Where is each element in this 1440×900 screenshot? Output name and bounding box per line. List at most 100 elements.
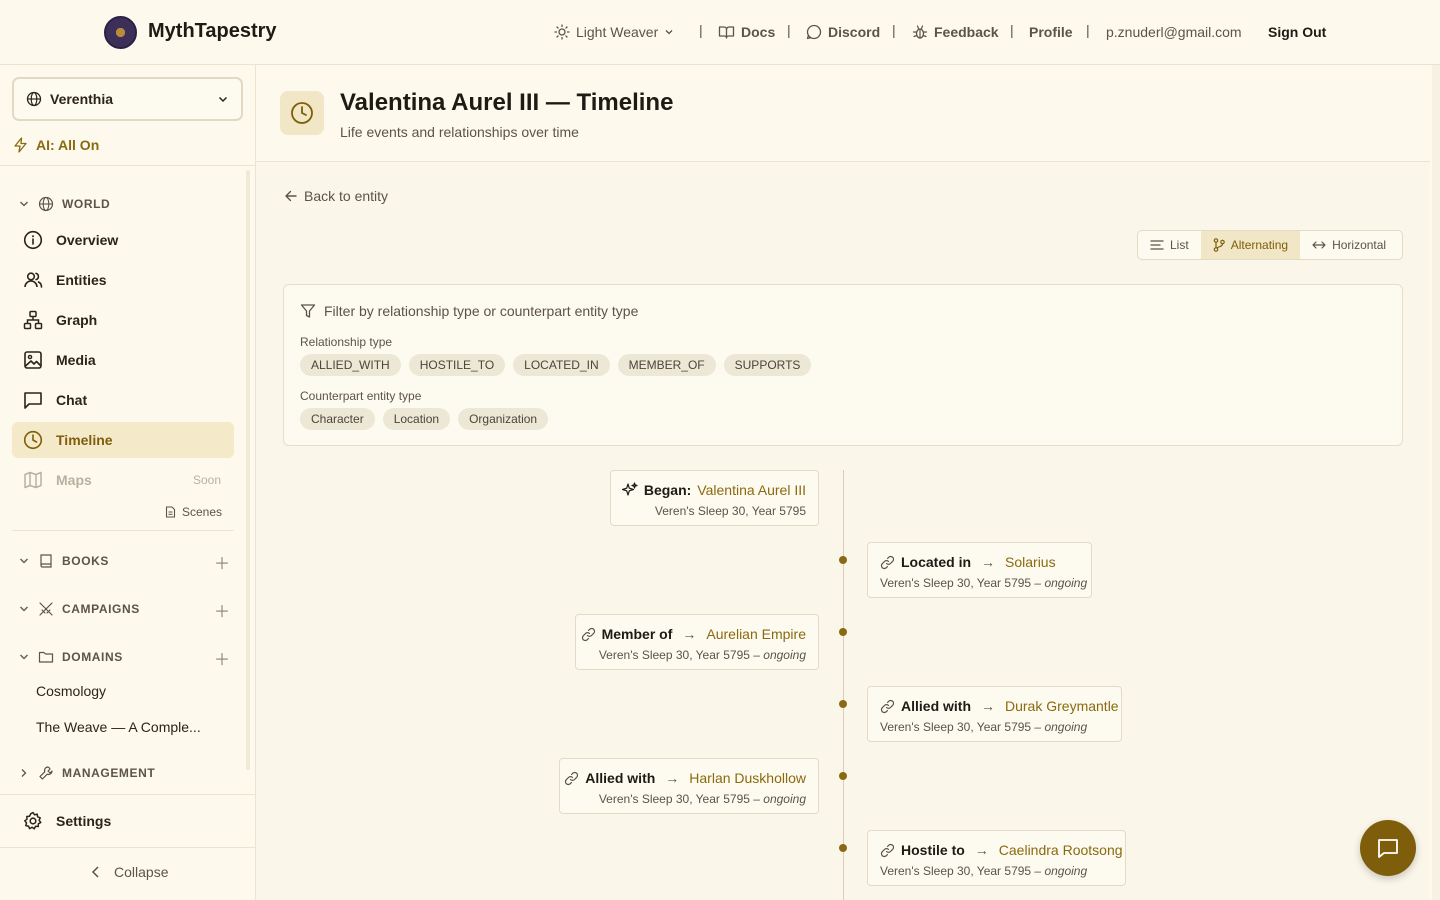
add-campaign-button[interactable]: ＋ — [214, 598, 230, 622]
gear-icon — [24, 811, 42, 830]
domain-item[interactable]: The Weave — A Comple... — [36, 719, 201, 735]
ai-toggle[interactable]: AI: All On — [13, 137, 99, 153]
wrench-icon — [39, 766, 53, 780]
event-arrow: → — [665, 770, 680, 786]
page-scrollbar[interactable] — [1432, 65, 1440, 900]
domain-item[interactable]: Cosmology — [36, 683, 106, 699]
chip-allied-with[interactable]: ALLIED_WITH — [300, 354, 401, 376]
sidebar-item-label: Overview — [56, 232, 119, 248]
timeline-event[interactable]: Allied with → Harlan Duskhollow Veren's … — [559, 758, 819, 814]
event-date-text: Veren's Sleep 30, Year 5795 – — [880, 864, 1042, 878]
chip-character[interactable]: Character — [300, 408, 375, 430]
world-selector[interactable]: Verenthia — [12, 77, 243, 121]
event-title: Began: Valentina Aurel III — [621, 482, 806, 498]
collapse-button[interactable]: Collapse — [90, 864, 168, 880]
view-alternating-button[interactable]: Alternating — [1200, 231, 1301, 259]
back-label: Back to entity — [304, 188, 389, 204]
view-list-button[interactable]: List — [1138, 231, 1201, 259]
event-target-link[interactable]: Valentina Aurel III — [697, 482, 806, 498]
timeline-dot — [839, 772, 847, 780]
sign-out-button[interactable]: Sign Out — [1268, 22, 1326, 42]
back-to-entity-link[interactable]: Back to entity — [284, 188, 388, 204]
filter-title: Filter by relationship type or counterpa… — [300, 303, 638, 319]
timeline-event[interactable]: Allied with → Durak Greymantle Veren's S… — [867, 686, 1122, 742]
view-list-label: List — [1170, 238, 1189, 252]
event-target-link[interactable]: Harlan Duskhollow — [689, 770, 806, 786]
sidebar-item-chat[interactable]: Chat — [12, 382, 234, 418]
view-alternating-label: Alternating — [1230, 238, 1289, 252]
sidebar-item-label: Graph — [56, 312, 98, 328]
theme-selector[interactable]: Light Weaver — [554, 22, 674, 42]
feedback-link[interactable]: Feedback — [912, 22, 999, 42]
chip-located-in[interactable]: LOCATED_IN — [513, 354, 610, 376]
sidebar-item-overview[interactable]: Overview — [12, 222, 234, 258]
timeline-event[interactable]: Hostile to → Caelindra Rootsong Veren's … — [867, 830, 1126, 886]
timeline-event[interactable]: Began: Valentina Aurel III Veren's Sleep… — [610, 470, 819, 526]
event-target-link[interactable]: Aurelian Empire — [706, 626, 806, 642]
brand-name[interactable]: MythTapestry — [148, 20, 277, 43]
message-circle-icon — [806, 24, 822, 40]
sidebar-item-timeline[interactable]: Timeline — [12, 422, 234, 458]
discord-link[interactable]: Discord — [806, 22, 880, 42]
logo[interactable] — [104, 16, 137, 49]
settings-label: Settings — [56, 813, 112, 829]
top-bar: MythTapestry Light Weaver | Docs | Disco… — [0, 0, 1440, 65]
chip-organization[interactable]: Organization — [458, 408, 549, 430]
sidebar-item-media[interactable]: Media — [12, 342, 234, 378]
event-target-link[interactable]: Caelindra Rootsong — [999, 842, 1123, 858]
event-arrow: → — [682, 626, 697, 642]
add-book-button[interactable]: ＋ — [214, 550, 230, 574]
ai-status: AI: All On — [36, 137, 100, 153]
filter-icon — [300, 304, 316, 318]
section-domains-label: DOMAINS — [62, 650, 123, 664]
section-world-label: WORLD — [62, 197, 111, 211]
section-management[interactable]: MANAGEMENT — [18, 765, 155, 781]
link-icon — [880, 699, 895, 713]
swords-icon — [39, 602, 53, 616]
sidebar-item-entities[interactable]: Entities — [12, 262, 234, 298]
chip-location[interactable]: Location — [382, 408, 451, 430]
timeline-dot — [839, 844, 847, 852]
settings-link[interactable]: Settings — [12, 803, 234, 839]
sidebar-scrollbar[interactable] — [246, 170, 250, 770]
event-arrow: → — [981, 698, 995, 714]
section-campaigns[interactable]: CAMPAIGNS — [18, 601, 140, 617]
chevron-left-icon — [91, 866, 99, 878]
clock-icon — [23, 430, 43, 450]
event-title: Member of → Aurelian Empire — [581, 626, 806, 642]
event-arrow: → — [981, 554, 996, 570]
timeline-event[interactable]: Located in → Solarius Veren's Sleep 30, … — [867, 542, 1092, 598]
user-email: p.znuderl@gmail.com — [1106, 24, 1242, 40]
section-world[interactable]: WORLD — [18, 196, 110, 212]
profile-link[interactable]: Profile — [1029, 22, 1073, 42]
nav-separator: | — [787, 22, 791, 38]
event-target-link[interactable]: Solarius — [1005, 554, 1056, 570]
chip-supports[interactable]: SUPPORTS — [723, 354, 812, 376]
section-domains[interactable]: DOMAINS — [18, 649, 123, 665]
scenes-link[interactable]: Scenes — [165, 505, 222, 519]
chip-member-of[interactable]: MEMBER_OF — [617, 354, 716, 376]
link-icon — [581, 627, 595, 641]
event-kind: Member of — [601, 626, 673, 642]
chip-hostile-to[interactable]: HOSTILE_TO — [408, 354, 506, 376]
event-title: Located in → Solarius — [880, 554, 1056, 570]
collapse-label: Collapse — [114, 864, 169, 880]
entity-type-label: Counterpart entity type — [300, 389, 422, 403]
event-date: Veren's Sleep 30, Year 5795 – ongoing — [880, 576, 1087, 590]
entity-type-chips: Character Location Organization — [300, 408, 549, 430]
section-books[interactable]: BOOKS — [18, 553, 109, 569]
sidebar-item-label: Entities — [56, 272, 107, 288]
timeline-axis — [843, 470, 844, 900]
view-horizontal-button[interactable]: Horizontal — [1300, 231, 1398, 259]
event-kind: Allied with — [901, 698, 971, 714]
sidebar-item-graph[interactable]: Graph — [12, 302, 234, 338]
event-target-link[interactable]: Durak Greymantle — [1005, 698, 1119, 714]
event-kind: Allied with — [585, 770, 656, 786]
timeline-event[interactable]: Member of → Aurelian Empire Veren's Slee… — [575, 614, 819, 670]
link-icon — [880, 843, 895, 857]
chat-fab-button[interactable] — [1360, 820, 1416, 876]
chevron-down-icon — [20, 606, 28, 612]
docs-link[interactable]: Docs — [718, 22, 775, 42]
sidebar: Verenthia AI: All On WORLD Overview Enti… — [0, 65, 256, 900]
add-domain-button[interactable]: ＋ — [214, 646, 230, 670]
